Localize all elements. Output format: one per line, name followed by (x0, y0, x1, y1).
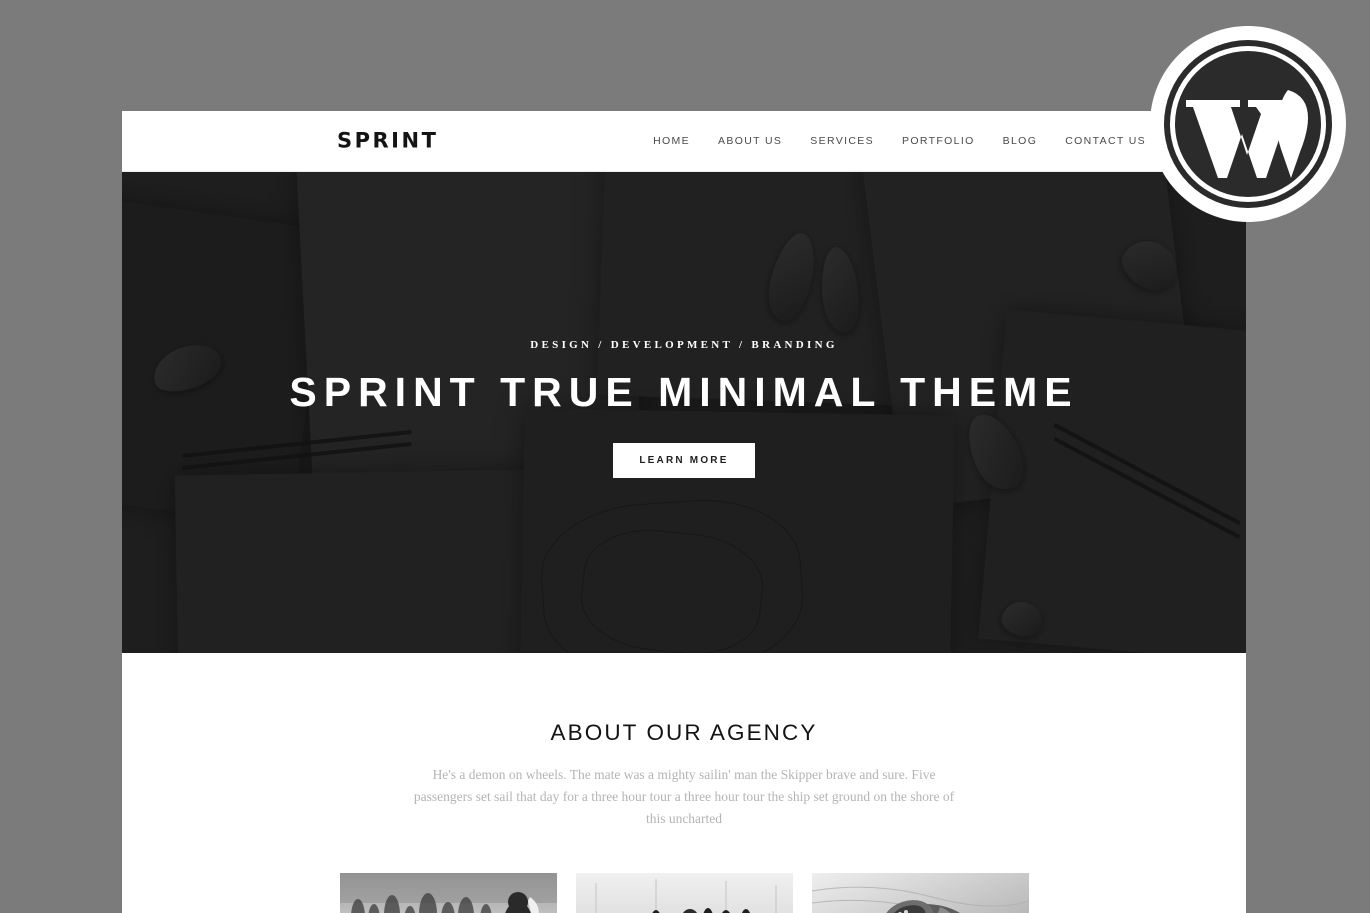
about-description: He's a demon on wheels. The mate was a m… (413, 767, 955, 826)
pomegranate-photo (811, 872, 1029, 913)
brand-logo[interactable]: SPRINT (337, 130, 438, 152)
gallery-image-1[interactable] (339, 872, 557, 913)
nav-item-portfolio[interactable]: PORTFOLIO (902, 135, 975, 147)
gallery-image-3[interactable] (811, 872, 1029, 913)
about-section: ABOUT OUR AGENCY He's a demon on wheels.… (122, 653, 1246, 913)
learn-more-button[interactable]: LEARN MORE (613, 443, 755, 479)
nav-item-about-us[interactable]: ABOUT US (718, 135, 782, 147)
hero-eyebrow: DESIGN / DEVELOPMENT / BRANDING (530, 338, 838, 351)
nav-item-contact-us[interactable]: CONTACT US (1065, 135, 1146, 147)
site-preview-frame: SPRINT HOME ABOUT US SERVICES PORTFOLIO … (122, 111, 1246, 913)
hero-section: DESIGN / DEVELOPMENT / BRANDING SPRINT T… (122, 172, 1246, 653)
hero-content: DESIGN / DEVELOPMENT / BRANDING SPRINT T… (122, 172, 1246, 653)
about-gallery (122, 872, 1246, 913)
nav-item-services[interactable]: SERVICES (810, 135, 874, 147)
boardwalk-crowd-photo (575, 872, 793, 913)
nav-item-home[interactable]: HOME (653, 135, 690, 147)
site-header: SPRINT HOME ABOUT US SERVICES PORTFOLIO … (122, 111, 1246, 172)
gallery-image-2[interactable] (575, 872, 793, 913)
main-navigation: HOME ABOUT US SERVICES PORTFOLIO BLOG CO… (653, 135, 1146, 147)
wordpress-logo-badge (1148, 24, 1348, 224)
street-crowd-photo (339, 872, 557, 913)
hero-title: SPRINT TRUE MINIMAL THEME (289, 368, 1079, 415)
nav-item-blog[interactable]: BLOG (1003, 135, 1038, 147)
wordpress-icon (1150, 26, 1346, 222)
about-title: ABOUT OUR AGENCY (550, 720, 818, 745)
